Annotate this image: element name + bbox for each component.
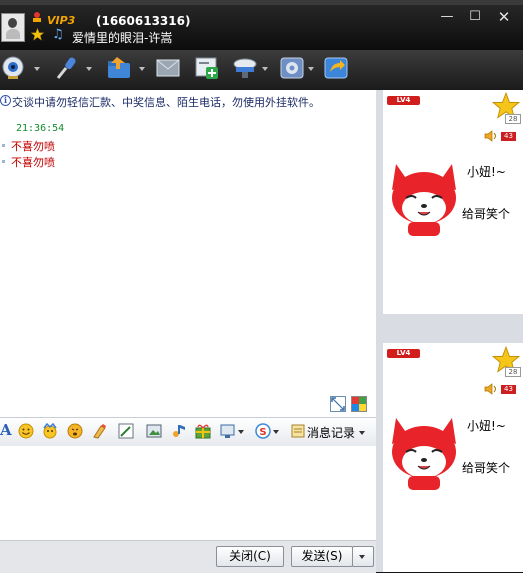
speech-line-1: 小妞!~ [467, 419, 506, 433]
avatar-face [8, 18, 17, 28]
speech-line-2: 给哥笑个 [462, 461, 511, 475]
voice-call-icon[interactable] [53, 55, 79, 81]
send-button[interactable]: 发送(S) [291, 546, 353, 567]
message-history-label: 消息记录 [307, 426, 356, 440]
qq-show-icon[interactable]: S [255, 423, 271, 439]
close-button[interactable]: 关闭(C) [216, 546, 284, 567]
music-icon: ♫ [52, 27, 64, 42]
star-count: 28 [505, 367, 521, 377]
screenshot-dropdown-icon[interactable] [238, 430, 244, 434]
music-share-icon[interactable] [170, 423, 186, 439]
star-count: 28 [505, 114, 521, 124]
main-toolbar-right [379, 50, 523, 90]
sound-count: 43 [501, 385, 516, 394]
voice-call-dropdown-icon[interactable] [86, 67, 92, 71]
close-window-button[interactable]: ✕ [491, 9, 517, 25]
message-bullet [2, 144, 5, 147]
edit-icon[interactable] [118, 423, 134, 439]
video-call-icon[interactable] [1, 55, 27, 81]
message-bullet [2, 160, 5, 163]
settings-dropdown-icon[interactable] [308, 67, 314, 71]
emoji-icon[interactable] [18, 423, 34, 439]
minimize-button[interactable]: — [434, 9, 460, 25]
signature-text[interactable]: 爱情里的眼泪-许嵩 [72, 29, 172, 46]
level-badge: LV4 [387, 96, 420, 105]
settings-icon[interactable] [279, 55, 305, 81]
remote-assist-icon[interactable] [232, 55, 258, 81]
speaker-icon[interactable] [484, 383, 498, 395]
message-timestamp: 21:36:54 [16, 123, 65, 134]
chevron-down-icon[interactable] [359, 431, 365, 435]
shake-window-icon[interactable] [67, 423, 83, 439]
speech-line-2: 给哥笑个 [462, 207, 511, 221]
sound-count: 43 [501, 132, 516, 141]
share-icon[interactable] [323, 55, 349, 81]
speaker-icon[interactable] [484, 130, 498, 142]
avatar-body [6, 29, 20, 39]
speech-line-1: 小妞!~ [467, 165, 506, 179]
chevron-down-icon[interactable] [359, 555, 365, 559]
screenshot-icon[interactable] [220, 423, 236, 439]
qq-show-dropdown-icon[interactable] [273, 430, 279, 434]
send-sms-icon[interactable] [155, 55, 181, 81]
chat-message: 不喜勿喷 [11, 140, 55, 153]
send-file-dropdown-icon[interactable] [139, 67, 145, 71]
vip-label[interactable]: VIP3 [47, 14, 75, 27]
vip-crown-icon [33, 12, 41, 22]
send-file-icon[interactable] [106, 55, 132, 81]
send-image-icon[interactable] [146, 423, 162, 439]
chat-message: 不喜勿喷 [11, 156, 55, 169]
info-icon: i [0, 95, 11, 106]
qq-number: (1660613316) [96, 14, 191, 28]
add-app-icon[interactable] [194, 55, 220, 81]
font-icon[interactable]: A [0, 421, 12, 439]
history-icon [291, 424, 305, 438]
magic-face-icon[interactable] [42, 423, 58, 439]
security-notice: 交谈中请勿轻信汇款、中奖信息、陌生电话，勿使用外挂软件。 [12, 96, 320, 109]
level-badge: LV4 [387, 349, 420, 358]
chat-history-area[interactable] [0, 90, 376, 417]
avatar[interactable] [1, 13, 25, 42]
message-input[interactable] [0, 446, 376, 540]
gift-icon[interactable] [195, 423, 211, 439]
fox-avatar-icon [392, 164, 456, 236]
svg-text:S: S [259, 427, 266, 438]
top-tab-strip [0, 0, 523, 5]
maximize-button[interactable]: ☐ [462, 9, 488, 25]
fox-avatar-icon [392, 418, 456, 490]
star-icon [31, 28, 44, 41]
skin-color-icon[interactable] [351, 396, 367, 412]
video-call-dropdown-icon[interactable] [34, 67, 40, 71]
doodle-icon[interactable] [92, 423, 108, 439]
remote-assist-dropdown-icon[interactable] [262, 67, 268, 71]
expand-icon[interactable] [330, 396, 346, 412]
